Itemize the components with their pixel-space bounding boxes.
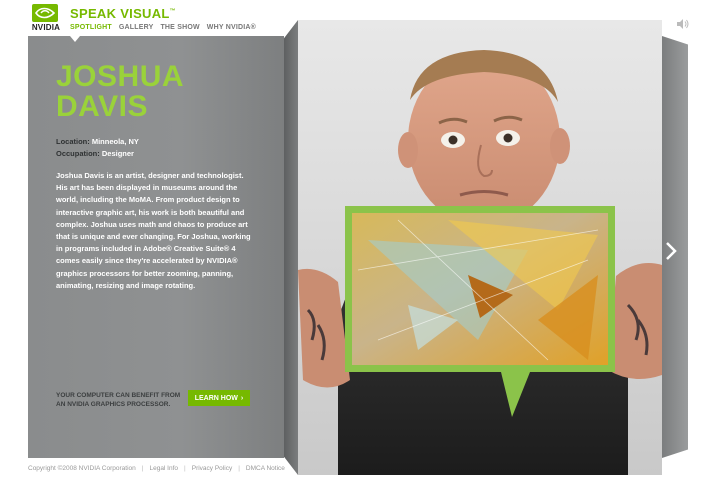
logo-wordmark: NVIDIA [31,23,61,32]
location-value: Minneola, NY [91,137,139,146]
artist-meta: Location: Minneola, NY Occupation: Desig… [56,136,139,160]
footer-separator: | [184,465,186,472]
site-title: SPEAK VISUAL™ [70,6,176,21]
occupation-value: Designer [101,149,134,158]
location-label: Location: [56,137,90,146]
artist-name: JOSHUA DAVIS [56,62,184,122]
nvidia-logo[interactable]: NVIDIA [26,4,66,34]
dmca-notice-link[interactable]: DMCA Notice [246,465,285,472]
nav-item-gallery[interactable]: GALLERY [119,24,154,31]
nav-item-why-nvidia[interactable]: WHY NVIDIA® [207,24,256,31]
nvidia-eye-icon [32,4,58,22]
panel-fold [284,20,298,475]
privacy-policy-link[interactable]: Privacy Policy [192,465,232,472]
copyright-text: Copyright ©2008 NVIDIA Corporation [28,465,136,472]
artist-photo-illustration [298,50,662,475]
occupation-row: Occupation: Designer [56,148,139,160]
artist-photo [298,20,662,475]
artist-bio: Joshua Davis is an artist, designer and … [56,171,251,290]
main-nav: SPOTLIGHT GALLERY THE SHOW WHY NVIDIA® [70,24,256,31]
learn-how-label: LEARN HOW [194,394,238,402]
location-row: Location: Minneola, NY [56,136,139,148]
nav-pointer [70,36,80,42]
promo-text: YOUR COMPUTER CAN BENEFIT FROM AN NVIDIA… [56,392,181,408]
learn-how-button[interactable]: LEARN HOW › [188,390,250,406]
site-title-text: SPEAK VISUAL [70,6,170,21]
footer-separator: | [141,465,144,472]
occupation-label: Occupation: [56,149,100,158]
trademark-mark: ™ [169,8,176,15]
speaker-icon[interactable] [676,17,690,29]
legal-info-link[interactable]: Legal Info [149,465,178,472]
chevron-right-small-icon: › [240,394,244,402]
artist-first-name: JOSHUA [56,60,185,93]
nav-item-the-show[interactable]: THE SHOW [160,24,199,31]
chevron-right-icon[interactable] [665,241,677,261]
nav-item-spotlight[interactable]: SPOTLIGHT [70,24,112,31]
footer: Copyright ©2008 NVIDIA Corporation | Leg… [28,465,285,472]
footer-separator: | [238,465,240,472]
artist-last-name: DAVIS [56,90,148,123]
